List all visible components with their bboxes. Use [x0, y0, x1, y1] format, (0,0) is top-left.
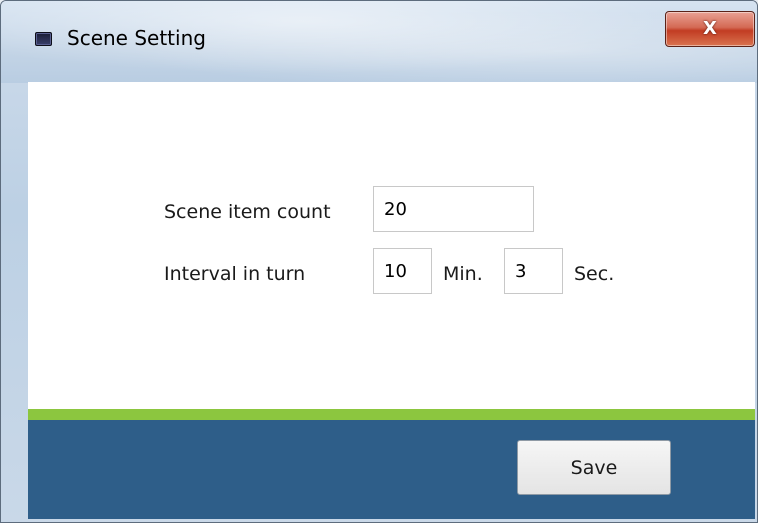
save-button[interactable]: Save [517, 440, 671, 495]
app-window-icon [35, 32, 52, 46]
interval-minutes-input[interactable] [373, 248, 432, 294]
window-title: Scene Setting [67, 26, 206, 50]
minutes-unit-label: Min. [443, 263, 483, 285]
interval-label: Interval in turn [164, 263, 306, 285]
title-bar[interactable]: Scene Setting X [1, 1, 757, 83]
scene-item-count-label: Scene item count [164, 201, 331, 223]
accent-divider [28, 409, 755, 420]
scene-item-count-input[interactable] [373, 186, 534, 232]
close-button[interactable]: X [665, 11, 755, 47]
settings-panel [28, 82, 755, 409]
interval-seconds-input[interactable] [504, 248, 563, 294]
seconds-unit-label: Sec. [574, 263, 615, 285]
scene-setting-window: Scene Setting X Scene item count Interva… [0, 0, 758, 523]
close-icon: X [703, 18, 717, 39]
